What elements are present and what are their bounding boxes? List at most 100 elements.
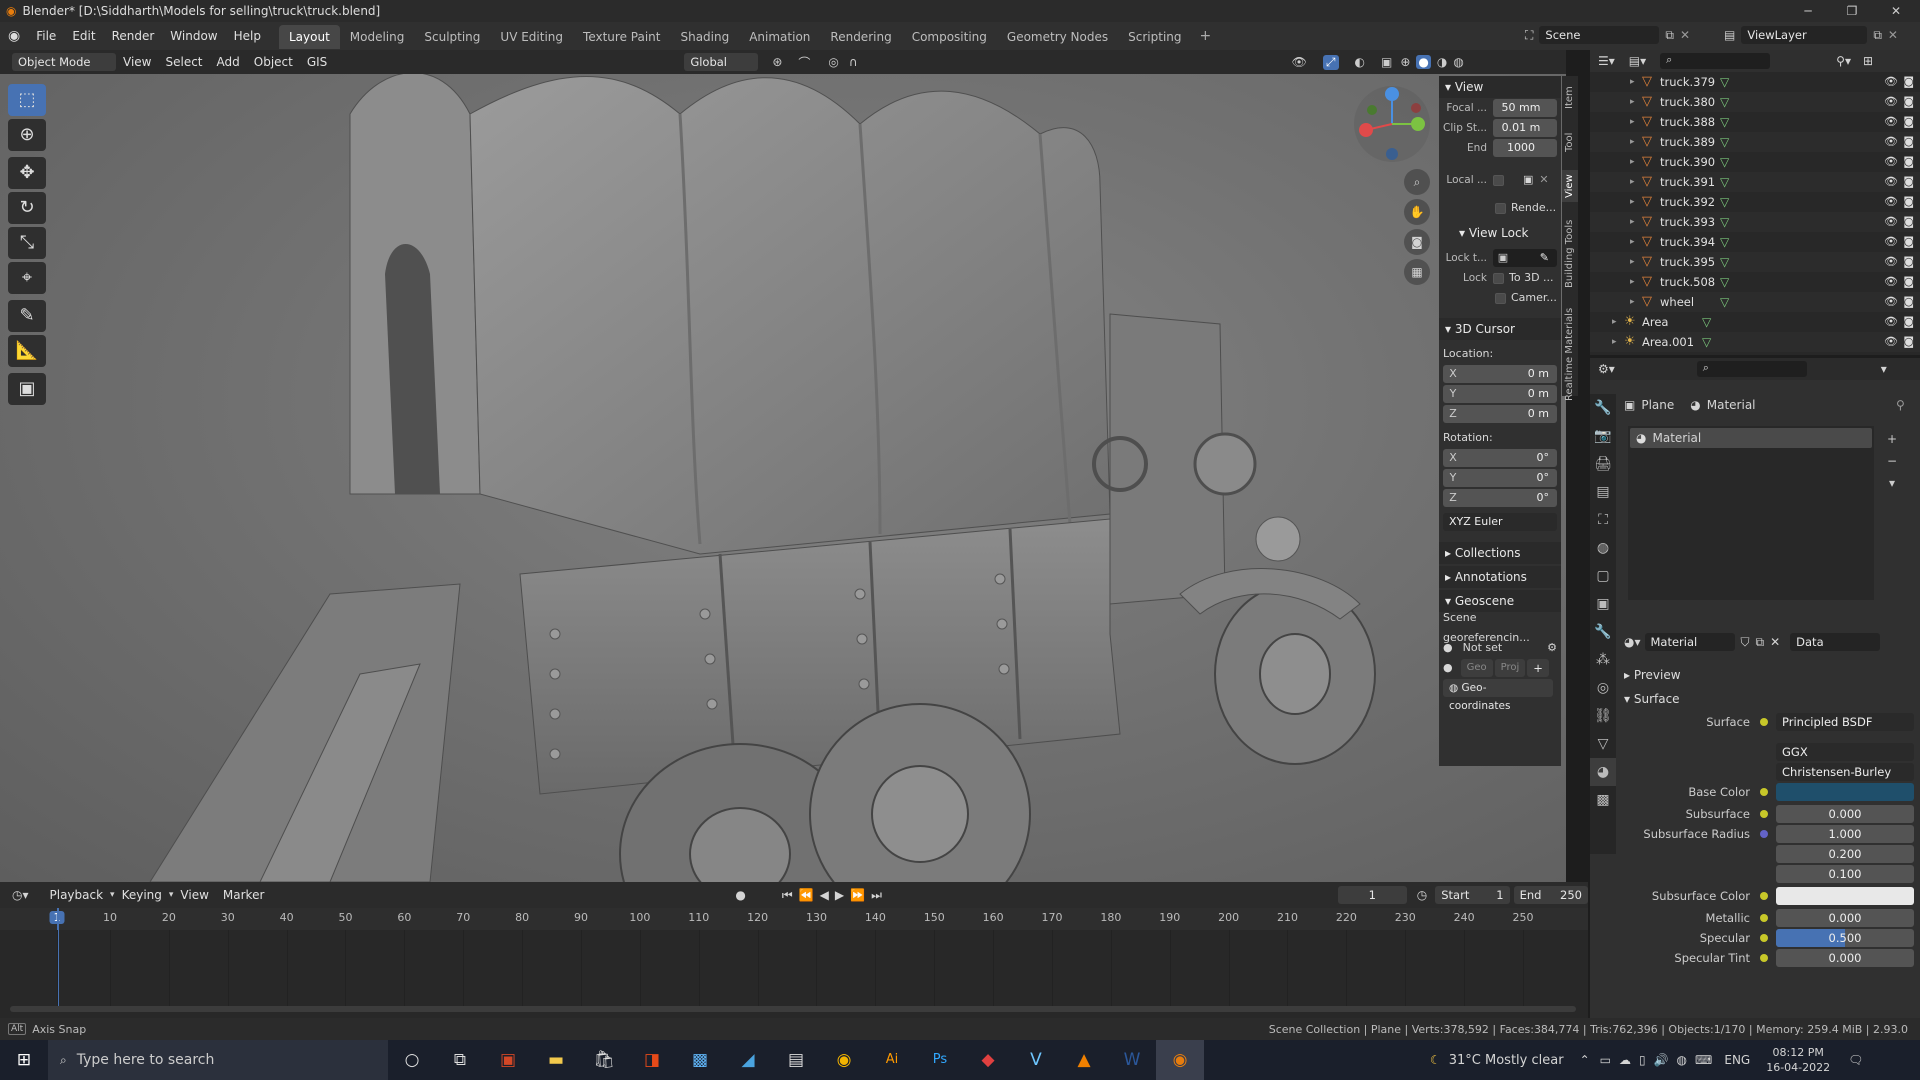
powerpoint-icon[interactable]: ▣	[484, 1040, 532, 1080]
render-camera-icon[interactable]: ◙	[1903, 312, 1914, 332]
render-camera-icon[interactable]: ◙	[1903, 232, 1914, 252]
mesh-data-icon[interactable]: ▽	[1720, 232, 1729, 252]
workspace-tab-scripting[interactable]: Scripting	[1118, 25, 1191, 49]
texture-tab-icon[interactable]: ▩	[1590, 786, 1616, 814]
network-icon[interactable]: ◍	[1677, 1053, 1687, 1067]
property-value-field[interactable]: 0.000	[1776, 909, 1914, 927]
add-slot-icon[interactable]: +	[1882, 428, 1902, 450]
measure-icon[interactable]: 📐	[8, 335, 46, 367]
clip-end-field[interactable]: 1000	[1493, 139, 1557, 157]
menu-edit[interactable]: Edit	[64, 22, 103, 50]
cursor-rotation-x-field[interactable]: X 0°	[1443, 449, 1557, 467]
collections-panel-header[interactable]: ▸ Collections	[1439, 542, 1561, 564]
frame-ruler[interactable]: 1102030405060708090100110120130140150160…	[0, 908, 1588, 930]
outliner-row[interactable]: ▸ ▽ truck.508 ▽ 👁 ◙	[1590, 272, 1920, 292]
photoshop-icon[interactable]: Ps	[916, 1040, 964, 1080]
volume-icon[interactable]: 🔊	[1654, 1053, 1669, 1067]
viewport-menu-add[interactable]: Add	[210, 55, 247, 69]
render-camera-icon[interactable]: ◙	[1903, 112, 1914, 132]
fake-user-icon[interactable]: ⛉	[1741, 635, 1750, 650]
mesh-data-icon[interactable]: ▽	[1720, 152, 1729, 172]
tray-device-icon[interactable]: ▭	[1600, 1053, 1611, 1067]
expand-arrow-icon[interactable]: ▸	[1630, 292, 1642, 312]
outliner-row[interactable]: ▸ ▽ truck.391 ▽ 👁 ◙	[1590, 172, 1920, 192]
3d-viewport[interactable]: ⌕ ✋ ◙ ▦	[0, 74, 1566, 882]
scale-icon[interactable]: ⤡	[8, 227, 46, 259]
tab-tool[interactable]: Tool	[1562, 128, 1578, 156]
expand-arrow-icon[interactable]: ▸	[1630, 252, 1642, 272]
workspace-tab-modeling[interactable]: Modeling	[340, 25, 415, 49]
add-workspace-icon[interactable]: +	[1192, 28, 1220, 44]
render-camera-icon[interactable]: ◙	[1903, 72, 1914, 92]
add-cube-icon[interactable]: ▣	[8, 373, 46, 405]
proportional-edit-icon[interactable]: ◎	[828, 55, 838, 69]
expand-arrow-icon[interactable]: ▸	[1630, 112, 1642, 132]
overlay-toggle-icon[interactable]: ◐	[1355, 55, 1365, 69]
playback-menu[interactable]: Playback	[43, 888, 111, 902]
mesh-data-icon[interactable]: ▽	[1702, 332, 1711, 352]
slot-menu-icon[interactable]: ▾	[1882, 472, 1902, 494]
render-region-checkbox[interactable]	[1495, 202, 1506, 214]
geo-coordinates-button[interactable]: ◍ Geo-coordinates	[1443, 679, 1553, 712]
expand-arrow-icon[interactable]: ▸	[1630, 172, 1642, 192]
material-shading-icon[interactable]: ◑	[1437, 55, 1447, 69]
outliner-search-icon[interactable]: ⌕	[1660, 53, 1771, 69]
outliner-row[interactable]: ▸ ▽ truck.395 ▽ 👁 ◙	[1590, 252, 1920, 272]
mesh-data-icon[interactable]: ▽	[1720, 192, 1729, 212]
render-camera-icon[interactable]: ◙	[1903, 152, 1914, 172]
cursor-rotation-z-field[interactable]: Z 0°	[1443, 489, 1557, 507]
constraints-tab-icon[interactable]: ⛓	[1590, 702, 1616, 730]
keying-menu[interactable]: Keying	[115, 888, 169, 902]
jump-start-icon[interactable]: ⏮	[782, 888, 793, 903]
gizmo-toggle-icon[interactable]: ⤢	[1322, 54, 1339, 70]
lock-to-object-field[interactable]: ▣ ✎	[1493, 249, 1557, 267]
notifications-icon[interactable]: 🗨	[1848, 1053, 1863, 1067]
render-properties-tab-icon[interactable]: 📷	[1590, 422, 1616, 450]
outliner-row[interactable]: ▸ ▽ truck.379 ▽ 👁 ◙	[1590, 72, 1920, 92]
filter-icon[interactable]: ⚲▾	[1836, 54, 1851, 68]
properties-editor-type-icon[interactable]: ⚙▾	[1598, 362, 1615, 376]
render-camera-icon[interactable]: ◙	[1903, 172, 1914, 192]
visibility-eye-icon[interactable]: 👁	[1884, 92, 1898, 112]
socket-dot-icon[interactable]	[1760, 892, 1768, 900]
particles-tab-icon[interactable]: ⁂	[1590, 646, 1616, 674]
timeline-scrollbar[interactable]	[10, 1006, 1576, 1012]
expand-arrow-icon[interactable]: ▸	[1630, 192, 1642, 212]
dropdown-field[interactable]: GGX	[1776, 743, 1914, 761]
current-frame-field[interactable]: 1	[1337, 886, 1407, 904]
clock[interactable]: 08:12 PM 16-04-2022	[1766, 1045, 1830, 1075]
visibility-eye-icon[interactable]: 👁	[1884, 252, 1898, 272]
expand-arrow-icon[interactable]: ▸	[1630, 272, 1642, 292]
cursor-icon[interactable]: ⊕	[8, 119, 46, 151]
world-tab-icon[interactable]: ◍	[1590, 534, 1616, 562]
outliner-row[interactable]: ▸ ▽ truck.388 ▽ 👁 ◙	[1590, 112, 1920, 132]
outliner-row[interactable]: ▸ ☀ Area.001 ▽ 👁 ◙	[1590, 332, 1920, 352]
language-label[interactable]: ENG	[1724, 1053, 1750, 1067]
unlink-material-icon[interactable]: ✕	[1770, 635, 1780, 649]
cursor-location-y-field[interactable]: Y 0 m	[1443, 385, 1557, 403]
add-geo-button[interactable]: +	[1527, 659, 1549, 677]
socket-dot-icon[interactable]	[1760, 934, 1768, 942]
clear-icon[interactable]: ✕	[1539, 170, 1548, 190]
edge-icon[interactable]: ◢	[724, 1040, 772, 1080]
play-icon[interactable]: ▶	[835, 888, 844, 902]
socket-dot-icon[interactable]	[1760, 718, 1768, 726]
file-explorer-icon[interactable]: ▬	[532, 1040, 580, 1080]
mesh-data-icon[interactable]: ▽	[1720, 252, 1729, 272]
jump-end-icon[interactable]: ⏭	[871, 888, 882, 903]
subsurface-color-swatch[interactable]	[1776, 887, 1914, 905]
object-mode-dropdown[interactable]: Object Mode	[12, 53, 116, 71]
cursor-location-z-field[interactable]: Z 0 m	[1443, 405, 1557, 423]
annotations-panel-header[interactable]: ▸ Annotations	[1439, 566, 1561, 588]
tray-cloud-icon[interactable]: ☁	[1619, 1053, 1631, 1067]
snap-icon[interactable]: ⌒	[798, 54, 810, 71]
outliner-row[interactable]: ▸ ▽ truck.389 ▽ 👁 ◙	[1590, 132, 1920, 152]
office-icon[interactable]: ◨	[628, 1040, 676, 1080]
select-box-icon[interactable]: ⬚	[8, 84, 46, 116]
properties-search-icon[interactable]: ⌕	[1696, 361, 1807, 377]
viewport-menu-object[interactable]: Object	[247, 55, 300, 69]
expand-arrow-icon[interactable]: ▸	[1612, 312, 1624, 332]
scene-name[interactable]: Scene	[1539, 26, 1660, 44]
task-view-icon[interactable]: ⧉	[436, 1040, 484, 1080]
new-collection-icon[interactable]: ⊞	[1863, 54, 1873, 68]
